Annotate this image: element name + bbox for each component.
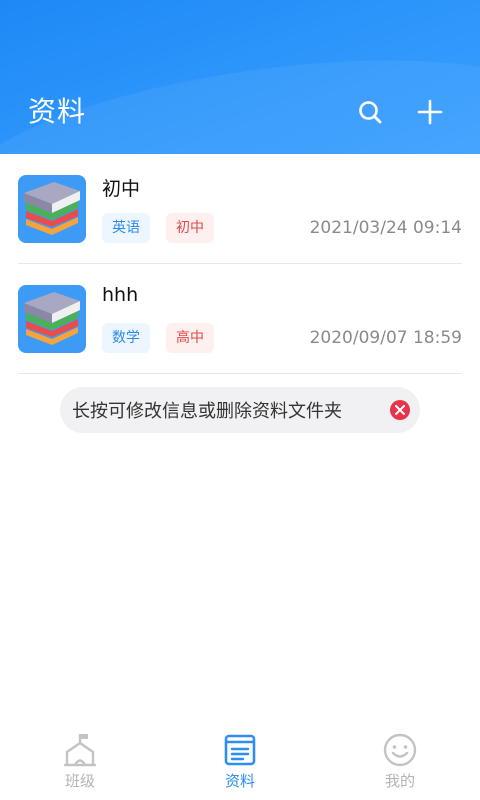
smiley-icon — [383, 733, 417, 767]
hint-text: 长按可修改信息或删除资料文件夹 — [72, 401, 342, 422]
document-icon — [224, 734, 256, 766]
tab-class[interactable]: 班级 — [0, 722, 160, 800]
tab-label: 资料 — [224, 772, 255, 790]
level-tag: 初中 — [166, 213, 214, 243]
house-flag-icon — [63, 734, 97, 767]
subject-tag: 数学 — [102, 323, 150, 353]
tab-mine[interactable]: 我的 — [320, 722, 480, 800]
plus-icon — [417, 99, 443, 125]
search-button[interactable] — [350, 92, 390, 132]
tab-materials[interactable]: 资料 — [160, 722, 320, 800]
bottom-tab-bar: 班级 资料 我的 — [0, 722, 480, 800]
add-button[interactable] — [410, 92, 450, 132]
page-title: 资料 — [28, 95, 87, 128]
books-stack-icon — [18, 175, 86, 243]
header: 资料 — [0, 0, 480, 154]
list-item[interactable]: hhh 数学 高中 2020/09/07 18:59 — [18, 264, 462, 374]
level-tag: 高中 — [166, 323, 214, 353]
tab-label: 班级 — [64, 772, 95, 790]
item-title: hhh — [102, 284, 139, 306]
list-item[interactable]: 初中 英语 初中 2021/03/24 09:14 — [18, 154, 462, 264]
item-date: 2021/03/24 09:14 — [309, 218, 462, 238]
subject-tag: 英语 — [102, 213, 150, 243]
close-circle-icon[interactable] — [390, 400, 410, 420]
item-date: 2020/09/07 18:59 — [309, 328, 462, 348]
tab-label: 我的 — [384, 772, 415, 790]
folder-list: 初中 英语 初中 2021/03/24 09:14 hhh 数学 高中 2020… — [0, 154, 480, 374]
search-icon — [359, 101, 382, 124]
item-title: 初中 — [102, 178, 141, 200]
books-stack-icon — [18, 285, 86, 353]
hint-banner: 长按可修改信息或删除资料文件夹 — [60, 387, 420, 433]
